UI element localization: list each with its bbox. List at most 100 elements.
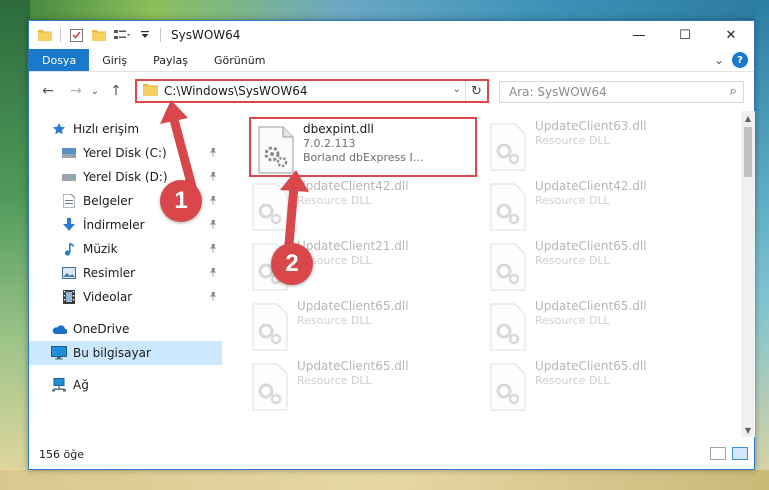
vertical-scrollbar[interactable]: ▲ ▼: [741, 111, 755, 437]
properties-icon[interactable]: [68, 27, 84, 43]
file-type: Resource DLL: [535, 134, 610, 147]
dll-file-icon: [487, 123, 527, 171]
file-tile[interactable]: UpdateClient65.dll Resource DLL: [249, 359, 479, 415]
pictures-icon: [61, 265, 77, 281]
network-icon: [51, 377, 67, 393]
sidebar-item-pictures[interactable]: Resimler: [29, 261, 222, 285]
tab-file[interactable]: Dosya: [29, 49, 90, 71]
desktop-wallpaper-right: [755, 0, 769, 490]
file-tile[interactable]: UpdateClient42.dll Resource DLL: [487, 179, 717, 235]
large-icons-view-icon[interactable]: [732, 447, 748, 460]
file-type: Resource DLL: [535, 194, 610, 207]
new-folder-icon[interactable]: [91, 27, 107, 43]
dll-file-icon: [487, 243, 527, 291]
sidebar-item-label: Hızlı erişim: [73, 122, 140, 136]
file-tile[interactable]: UpdateClient65.dll Resource DLL: [249, 299, 479, 355]
scroll-down-icon[interactable]: ▼: [741, 423, 755, 437]
sidebar-item-label: Videolar: [83, 290, 133, 304]
sidebar-item-quick-access[interactable]: Hızlı erişim: [29, 117, 222, 141]
sidebar-item-label: Bu bilgisayar: [73, 346, 151, 360]
back-button[interactable]: ←: [37, 80, 59, 102]
file-tile[interactable]: UpdateClient65.dll Resource DLL: [487, 239, 717, 295]
title-bar: SysWOW64 — ☐ ✕: [29, 21, 754, 49]
file-name: UpdateClient65.dll: [535, 299, 647, 313]
file-name: UpdateClient21.dll: [297, 239, 409, 253]
annotation-badge-1: 1: [160, 180, 202, 222]
folder-icon[interactable]: [37, 27, 53, 43]
sidebar-item-network[interactable]: Ağ: [29, 373, 222, 397]
sidebar-item-label: Belgeler: [83, 194, 133, 208]
file-name: UpdateClient65.dll: [297, 299, 409, 313]
sidebar-item-label: Resimler: [83, 266, 136, 280]
sidebar-item-videos[interactable]: Videolar: [29, 285, 222, 309]
file-tile[interactable]: UpdateClient42.dll Resource DLL: [249, 179, 479, 235]
pin-icon: [208, 291, 218, 304]
scroll-up-icon[interactable]: ▲: [741, 111, 755, 125]
tab-home[interactable]: Giriş: [89, 49, 140, 71]
dll-file-icon: [249, 363, 289, 411]
dll-file-icon: [487, 183, 527, 231]
desktop-wallpaper-bottom: [0, 470, 769, 490]
music-icon: [61, 241, 77, 257]
pin-icon: [208, 171, 218, 184]
navigation-bar: ← → ⌄ ↑ C:\Windows\SysWOW64 ⌄ ↻ Ara: Sys…: [29, 73, 754, 109]
search-icon[interactable]: ⌕: [730, 84, 737, 99]
file-type: Resource DLL: [535, 254, 610, 267]
address-path[interactable]: C:\Windows\SysWOW64: [164, 84, 308, 98]
file-type: Resource DLL: [535, 314, 610, 327]
recent-locations-button[interactable]: ⌄: [89, 80, 101, 102]
expand-ribbon-icon[interactable]: ⌄: [714, 53, 724, 67]
computer-icon: [51, 345, 67, 361]
file-name: UpdateClient63.dll: [535, 119, 647, 133]
sidebar-item-label: İndirmeler: [83, 218, 145, 232]
sidebar-item-this-pc[interactable]: Bu bilgisayar: [29, 341, 222, 365]
file-name: UpdateClient65.dll: [535, 239, 647, 253]
sidebar-item-onedrive[interactable]: OneDrive: [29, 317, 222, 341]
view-switcher: [710, 447, 748, 460]
sidebar-item-label: OneDrive: [73, 322, 130, 336]
file-tile[interactable]: UpdateClient65.dll Resource DLL: [487, 359, 717, 415]
toolbar-divider: [60, 28, 61, 42]
dll-file-icon: [487, 363, 527, 411]
view-options-icon[interactable]: [114, 27, 130, 43]
maximize-button[interactable]: ☐: [662, 21, 708, 49]
annotation-badge-2: 2: [271, 243, 313, 285]
dll-file-icon: [487, 303, 527, 351]
file-type: Resource DLL: [297, 374, 372, 387]
status-bar: 156 öğe: [29, 439, 754, 469]
search-box[interactable]: Ara: SysWOW64 ⌕: [499, 81, 744, 103]
video-icon: [61, 289, 77, 305]
minimize-button[interactable]: —: [616, 21, 662, 49]
tab-share[interactable]: Paylaş: [140, 49, 201, 71]
tab-view[interactable]: Görünüm: [201, 49, 278, 71]
file-tile-dbexpint[interactable]: dbexpint.dll 7.0.2.113 Borland dbExpress…: [249, 117, 477, 177]
file-name: UpdateClient42.dll: [535, 179, 647, 193]
up-button[interactable]: ↑: [105, 80, 127, 102]
file-name: dbexpint.dll: [303, 122, 374, 136]
pin-icon: [208, 195, 218, 208]
file-explorer-window: SysWOW64 — ☐ ✕ Dosya Giriş Paylaş Görünü…: [28, 20, 755, 470]
file-name: UpdateClient65.dll: [297, 359, 409, 373]
details-view-icon[interactable]: [710, 447, 726, 460]
forward-button[interactable]: →: [65, 80, 87, 102]
scroll-thumb[interactable]: [744, 127, 752, 177]
search-placeholder[interactable]: Ara: SysWOW64: [509, 85, 607, 99]
customize-toolbar-icon[interactable]: [137, 27, 153, 43]
sidebar-item-local-disk-c[interactable]: Yerel Disk (C:): [29, 141, 222, 165]
desktop-wallpaper-left: [0, 0, 30, 490]
window-controls: — ☐ ✕: [616, 21, 754, 49]
refresh-button[interactable]: ↻: [465, 81, 487, 101]
file-tile[interactable]: UpdateClient65.dll Resource DLL: [487, 299, 717, 355]
file-version: 7.0.2.113: [303, 137, 356, 150]
star-icon: [51, 121, 67, 137]
address-bar[interactable]: C:\Windows\SysWOW64 ⌄ ↻: [135, 79, 489, 103]
dll-file-icon: [249, 183, 289, 231]
file-tile[interactable]: UpdateClient63.dll Resource DLL: [487, 119, 717, 175]
address-dropdown-icon[interactable]: ⌄: [453, 84, 461, 95]
pin-icon: [208, 219, 218, 232]
file-description: Borland dbExpress I...: [303, 151, 424, 164]
close-button[interactable]: ✕: [708, 21, 754, 49]
file-type: Resource DLL: [297, 314, 372, 327]
sidebar-item-music[interactable]: Müzik: [29, 237, 222, 261]
help-icon[interactable]: ?: [732, 52, 748, 68]
